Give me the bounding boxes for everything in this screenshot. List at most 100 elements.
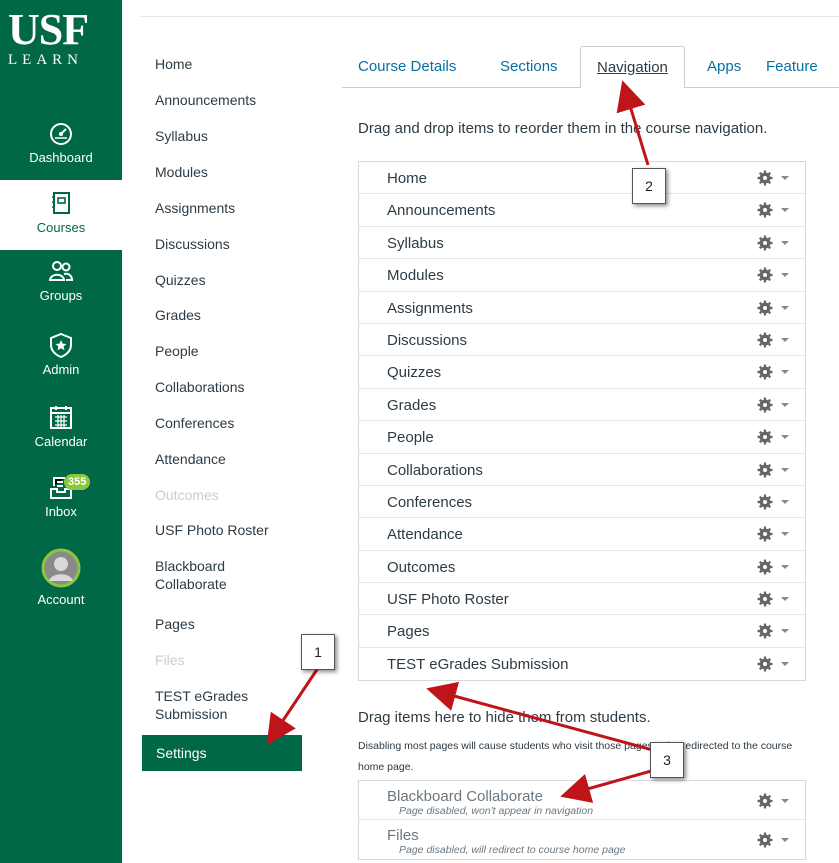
nav-list-item[interactable]: Attendance xyxy=(359,518,805,551)
gear-menu-icon[interactable] xyxy=(757,832,793,848)
course-nav-quizzes[interactable]: Quizzes xyxy=(155,271,285,289)
global-nav-dashboard[interactable]: Dashboard xyxy=(0,120,122,180)
gear-menu-icon[interactable] xyxy=(757,170,793,186)
tab-sections[interactable]: Sections xyxy=(500,58,558,75)
reorder-instructions: Drag and drop items to reorder them in t… xyxy=(358,120,768,137)
global-nav-label: Courses xyxy=(36,220,86,235)
nav-item-label: Home xyxy=(387,170,428,187)
nav-list-item[interactable]: TEST eGrades Submission xyxy=(359,648,805,680)
tab-navigation[interactable]: Navigation xyxy=(580,46,685,89)
hidden-section-note: Disabling most pages will cause students… xyxy=(358,740,793,773)
hidden-nav-list: Blackboard Collaborate Page disabled, wo… xyxy=(358,780,806,860)
gear-menu-icon[interactable] xyxy=(757,300,793,316)
account-avatar xyxy=(41,548,81,588)
nav-list-item[interactable]: Outcomes xyxy=(359,551,805,584)
nav-item-label: Attendance xyxy=(387,526,463,544)
gear-menu-icon[interactable] xyxy=(757,494,793,510)
gear-menu-icon[interactable] xyxy=(757,332,793,348)
callout-1-arrow xyxy=(266,667,320,745)
course-nav-outcomes[interactable]: Outcomes xyxy=(155,486,285,504)
frame-divider xyxy=(140,16,839,17)
nav-list-item[interactable]: Discussions xyxy=(359,324,805,357)
global-nav-label: Dashboard xyxy=(29,150,93,165)
nav-list-item[interactable]: USF Photo Roster xyxy=(359,583,805,616)
gear-menu-icon[interactable] xyxy=(757,364,793,380)
nav-item-label: TEST eGrades Submission xyxy=(387,655,569,673)
global-nav-calendar[interactable]: Calendar xyxy=(0,404,122,464)
course-nav-pages[interactable]: Pages xyxy=(155,615,285,633)
hidden-list-item[interactable]: Blackboard Collaborate Page disabled, wo… xyxy=(359,781,805,820)
course-nav-people[interactable]: People xyxy=(155,342,285,360)
course-nav-collaborations[interactable]: Collaborations xyxy=(155,378,285,396)
course-nav-test-egrades-submission[interactable]: TEST eGrades Submission xyxy=(155,687,265,723)
logo-sub: LEARN xyxy=(8,52,83,68)
gear-menu-icon[interactable] xyxy=(757,559,793,575)
global-nav-account[interactable]: Account xyxy=(0,548,122,618)
hidden-item-name: Blackboard Collaborate xyxy=(387,788,543,805)
gear-menu-icon[interactable] xyxy=(757,623,793,639)
callout-3: 3 xyxy=(650,742,684,778)
gear-menu-icon[interactable] xyxy=(757,462,793,478)
nav-list-item[interactable]: Pages xyxy=(359,615,805,648)
nav-list-item[interactable]: Quizzes xyxy=(359,356,805,389)
global-nav-courses[interactable]: Courses xyxy=(0,180,122,250)
course-nav-syllabus[interactable]: Syllabus xyxy=(155,127,285,145)
gear-menu-icon[interactable] xyxy=(757,526,793,542)
tab-feature-options[interactable]: Feature xyxy=(766,58,818,75)
nav-item-label: USF Photo Roster xyxy=(387,591,509,609)
groups-icon xyxy=(48,261,74,281)
gear-menu-icon[interactable] xyxy=(757,591,793,607)
gear-menu-icon[interactable] xyxy=(757,235,793,251)
nav-item-label: Pages xyxy=(387,623,430,641)
global-nav-label: Inbox xyxy=(45,504,77,519)
nav-list-item[interactable]: Home xyxy=(359,162,805,195)
nav-list-item[interactable]: Modules xyxy=(359,259,805,292)
nav-list-item[interactable]: Announcements xyxy=(359,194,805,227)
hidden-section-title: Drag items here to hide them from studen… xyxy=(358,709,651,726)
gear-menu-icon[interactable] xyxy=(757,397,793,413)
nav-list-item[interactable]: Syllabus xyxy=(359,227,805,260)
course-nav-settings[interactable]: Settings xyxy=(142,735,302,771)
admin-icon xyxy=(50,332,72,358)
course-nav-assignments[interactable]: Assignments xyxy=(155,199,285,217)
tab-course-details[interactable]: Course Details xyxy=(358,58,456,75)
course-nav-conferences[interactable]: Conferences xyxy=(155,414,285,432)
nav-item-label: Collaborations xyxy=(387,461,483,479)
course-nav-discussions[interactable]: Discussions xyxy=(155,235,285,253)
hidden-item-note: Page disabled, will redirect to course h… xyxy=(399,844,626,856)
dashboard-icon xyxy=(50,123,72,145)
global-nav-label: Calendar xyxy=(34,434,88,449)
global-nav-groups[interactable]: Groups xyxy=(0,258,122,318)
nav-item-label: Grades xyxy=(387,396,437,414)
course-nav-blackboard-collaborate[interactable]: Blackboard Collaborate xyxy=(155,557,255,593)
course-nav-modules[interactable]: Modules xyxy=(155,163,285,181)
nav-list-item[interactable]: Conferences xyxy=(359,486,805,519)
nav-item-label: Conferences xyxy=(387,493,473,511)
course-nav-usf-photo-roster[interactable]: USF Photo Roster xyxy=(155,521,285,539)
gear-menu-icon[interactable] xyxy=(757,202,793,218)
nav-list-item[interactable]: People xyxy=(359,421,805,454)
course-nav-files[interactable]: Files xyxy=(155,651,285,669)
nav-item-label: Quizzes xyxy=(387,364,442,382)
global-nav-admin[interactable]: Admin xyxy=(0,332,122,392)
nav-item-label: Modules xyxy=(387,267,444,285)
hidden-list-item[interactable]: Files Page disabled, will redirect to co… xyxy=(359,820,805,859)
gear-menu-icon[interactable] xyxy=(757,656,793,672)
global-nav-label: Account xyxy=(37,592,85,607)
gear-menu-icon[interactable] xyxy=(757,793,793,809)
course-nav-home[interactable]: Home xyxy=(155,55,285,73)
nav-list-item[interactable]: Collaborations xyxy=(359,454,805,486)
settings-tabs: Course Details Sections Navigation Apps … xyxy=(342,44,839,89)
usf-learn-logo[interactable]: USF LEARN xyxy=(8,8,116,82)
gear-menu-icon[interactable] xyxy=(757,267,793,283)
course-nav-announcements[interactable]: Announcements xyxy=(155,91,285,109)
tab-apps[interactable]: Apps xyxy=(707,58,741,75)
enabled-nav-list: Home Announcements Syllabus Modules Assi… xyxy=(358,161,806,682)
course-nav-grades[interactable]: Grades xyxy=(155,306,285,324)
nav-list-item[interactable]: Grades xyxy=(359,389,805,422)
nav-list-item[interactable]: Assignments xyxy=(359,292,805,324)
global-nav: USF LEARN Dashboard Courses Groups Admin… xyxy=(0,0,122,863)
gear-menu-icon[interactable] xyxy=(757,429,793,445)
course-nav-attendance[interactable]: Attendance xyxy=(155,450,285,468)
global-nav-inbox[interactable]: 355 Inbox xyxy=(0,474,122,534)
